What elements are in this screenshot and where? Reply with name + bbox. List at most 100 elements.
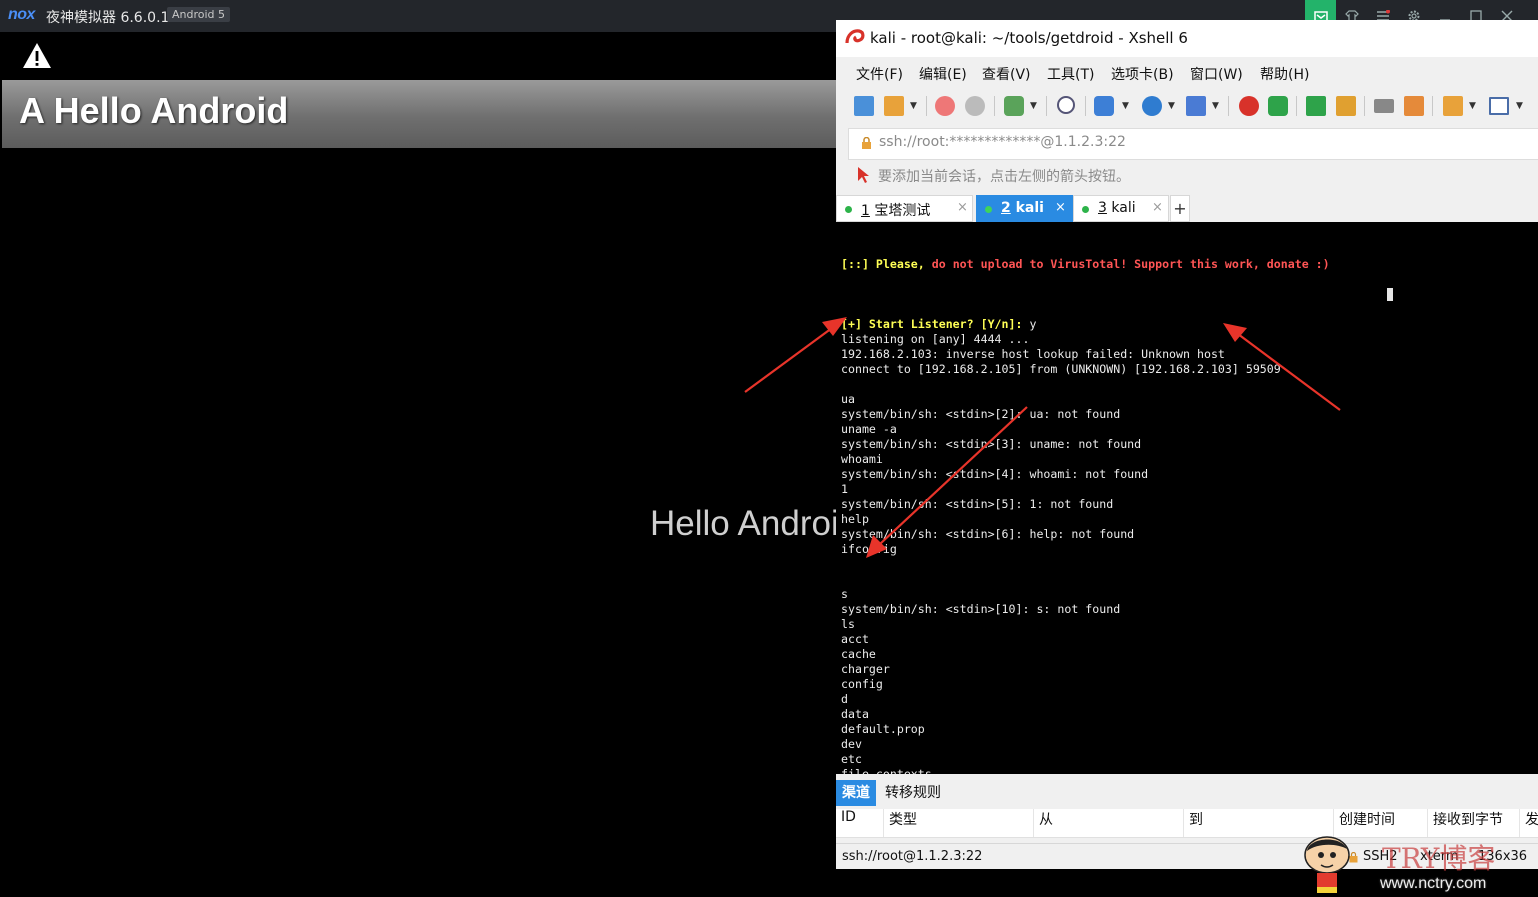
terminal-line: [+] Start Listener? [Y/n]: y <box>841 317 1037 331</box>
terminal-line: 192.168.2.103: inverse host lookup faile… <box>841 347 1225 361</box>
status-session: ssh://root@1.1.2.3:22 <box>842 849 983 864</box>
layout-dropdown-icon[interactable]: ▼ <box>1516 101 1523 111</box>
terminal-line: ua <box>841 392 855 406</box>
nox-logo: nox <box>8 6 35 23</box>
terminal-line: whoami <box>841 452 883 466</box>
column-id[interactable]: ID <box>836 809 884 837</box>
xshell-toolbar: ▼ ▼ ▼ ▼ ▼ ▼ ▼ <box>836 88 1538 124</box>
column-to[interactable]: 到 <box>1184 809 1334 837</box>
terminal-line: listening on [any] 4444 ... <box>841 332 1030 346</box>
connected-dot-icon <box>845 206 852 213</box>
terminal-line: dev <box>841 737 862 751</box>
find-icon[interactable] <box>1057 96 1075 114</box>
connected-dot-icon <box>985 206 992 213</box>
hello-text: Hello Android <box>650 504 836 543</box>
column-created[interactable]: 创建时间 <box>1334 809 1428 837</box>
globe-icon[interactable] <box>1142 96 1162 116</box>
layout-icon[interactable] <box>1489 97 1509 115</box>
channel-table-header: ID 类型 从 到 创建时间 接收到字节 发 <box>836 809 1538 838</box>
tab-session-3[interactable]: 3 kali × <box>1073 195 1169 222</box>
terminal-line: system/bin/sh: <stdin>[5]: 1: not found <box>841 497 1114 511</box>
font-icon[interactable] <box>1186 96 1206 116</box>
open-dropdown-icon[interactable]: ▼ <box>910 101 917 111</box>
terminal-line: system/bin/sh: <stdin>[2]: ua: not found <box>841 407 1121 421</box>
column-bytes-received[interactable]: 接收到字节 <box>1428 809 1520 837</box>
status-terminal-type: xterm <box>1420 849 1459 864</box>
tab-label: 3 kali <box>1098 200 1136 216</box>
close-icon[interactable]: × <box>1055 200 1066 215</box>
tab-label: 2 kali <box>1001 200 1044 216</box>
properties-icon[interactable] <box>1004 96 1024 116</box>
terminal-line: system/bin/sh: <stdin>[3]: uname: not fo… <box>841 437 1142 451</box>
android-content: Hello Android <box>0 148 836 897</box>
disconnect-icon[interactable] <box>965 96 985 116</box>
open-folder-icon[interactable] <box>884 96 904 116</box>
add-button-icon[interactable] <box>1443 96 1463 116</box>
menu-window[interactable]: 窗口(W) <box>1190 64 1243 84</box>
globe-dropdown-icon[interactable]: ▼ <box>1168 101 1175 111</box>
tab-session-2[interactable]: 2 kali × <box>976 195 1073 222</box>
terminal-line: connect to [192.168.2.105] from (UNKNOWN… <box>841 362 1281 376</box>
terminal-line: config <box>841 677 883 691</box>
address-bar[interactable]: ssh://root:*************@1.1.2.3:22 <box>848 128 1538 160</box>
xftp-icon[interactable] <box>1268 96 1288 116</box>
menu-tools[interactable]: 工具(T) <box>1047 64 1094 84</box>
add-tab-button[interactable]: + <box>1170 195 1190 222</box>
terminal-line: acct <box>841 632 869 646</box>
android-version-badge: Android 5 <box>167 7 231 22</box>
android-action-bar: A Hello Android <box>2 80 836 148</box>
tab-session-1[interactable]: 1 宝塔测试 × <box>836 195 973 222</box>
watermark-url: www.nctry.com <box>1380 875 1487 892</box>
xshell-menubar: 文件(F) 编辑(E) 查看(V) 工具(T) 选项卡(B) 窗口(W) 帮助(… <box>836 57 1538 88</box>
close-icon[interactable]: × <box>1152 200 1163 215</box>
column-type[interactable]: 类型 <box>884 809 1034 837</box>
tab-forwarding-rules[interactable]: 转移规则 <box>885 780 941 806</box>
terminal-line: etc <box>841 752 862 766</box>
terminal-line: system/bin/sh: <stdin>[4]: whoami: not f… <box>841 467 1149 481</box>
keyboard-icon[interactable] <box>1374 99 1394 113</box>
banner-accent-text: do not upload to VirusTotal! Support thi… <box>931 257 1330 271</box>
android-screen[interactable]: A Hello Android Hello Android <box>0 32 836 897</box>
menu-view[interactable]: 查看(V) <box>982 64 1031 84</box>
reconnect-icon[interactable] <box>935 96 955 116</box>
column-from[interactable]: 从 <box>1034 809 1184 837</box>
terminal[interactable]: [::] Please, do not upload to VirusTotal… <box>836 222 1538 774</box>
tab-label: 1 宝塔测试 <box>861 203 931 219</box>
terminal-line: charger <box>841 662 890 676</box>
highlight-icon[interactable] <box>1404 96 1424 116</box>
properties-dropdown-icon[interactable]: ▼ <box>1030 101 1037 111</box>
menu-help[interactable]: 帮助(H) <box>1260 64 1309 84</box>
terminal-line: ls <box>841 617 855 631</box>
menu-tab[interactable]: 选项卡(B) <box>1111 64 1174 84</box>
status-protocol: SSH2 <box>1363 849 1398 864</box>
lock-icon[interactable] <box>1336 96 1356 116</box>
fullscreen-icon[interactable] <box>1306 96 1326 116</box>
transfer-icon[interactable] <box>1094 96 1114 116</box>
add-session-arrow-icon[interactable] <box>856 166 872 184</box>
menu-file[interactable]: 文件(F) <box>856 64 903 84</box>
terminal-line: cache <box>841 647 876 661</box>
column-sent[interactable]: 发 <box>1520 809 1538 837</box>
font-dropdown-icon[interactable]: ▼ <box>1212 101 1219 111</box>
transfer-dropdown-icon[interactable]: ▼ <box>1122 101 1129 111</box>
new-session-icon[interactable] <box>854 96 874 116</box>
terminal-line: help <box>841 512 869 526</box>
terminal-line: system/bin/sh: <stdin>[10]: s: not found <box>841 602 1121 616</box>
terminal-line: data <box>841 707 869 721</box>
terminal-line: system/bin/sh: <stdin>[6]: help: not fou… <box>841 527 1135 541</box>
hint-bar: 要添加当前会话，点击左侧的箭头按钮。 <box>848 161 1538 189</box>
terminal-line: d <box>841 692 848 706</box>
status-terminal-size: 136x36 <box>1478 849 1528 864</box>
close-icon[interactable]: × <box>957 200 968 215</box>
address-text[interactable]: ssh://root:*************@1.1.2.3:22 <box>879 134 1126 150</box>
tab-channels[interactable]: 渠道 <box>836 780 876 806</box>
warning-icon <box>23 43 51 68</box>
xshell-logo-icon[interactable] <box>1239 96 1259 116</box>
status-bar: ssh://root@1.1.2.3:22 SSH2 xterm 136x36 <box>836 843 1538 869</box>
menu-edit[interactable]: 编辑(E) <box>919 64 967 84</box>
add-dropdown-icon[interactable]: ▼ <box>1469 101 1476 111</box>
terminal-line: file_contexts <box>841 767 932 774</box>
